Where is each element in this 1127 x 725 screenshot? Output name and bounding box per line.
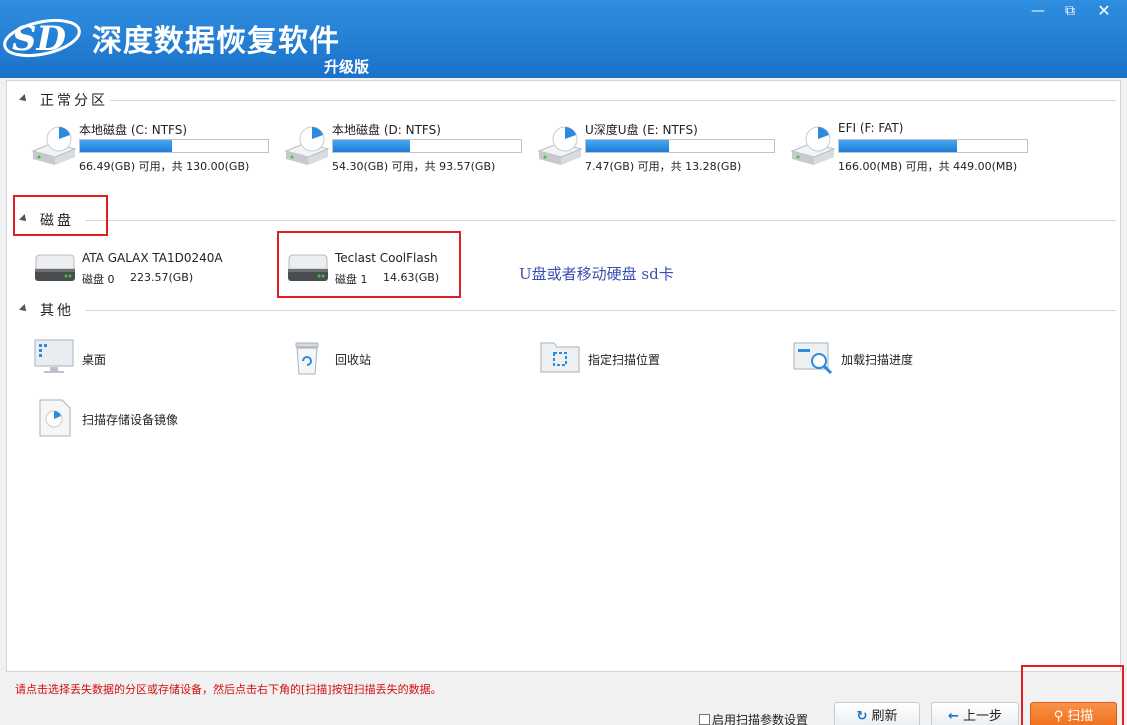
drive-pie-icon	[31, 126, 77, 165]
partition-detail: 66.49(GB) 可用，共 130.00(GB)	[79, 160, 250, 173]
usage-bar-fill	[80, 140, 173, 152]
minimize-button[interactable]: —	[1022, 0, 1054, 22]
section-divider	[110, 100, 1116, 101]
collapse-triangle-icon[interactable]	[19, 94, 29, 104]
refresh-icon: ↻	[856, 709, 868, 724]
partition-name: U深度U盘 (E: NTFS)	[585, 123, 698, 137]
disk-index: 磁盘 1	[335, 273, 368, 286]
other-label: 回收站	[335, 353, 372, 367]
scan-settings-checkbox[interactable]: 启用扫描参数设置	[699, 711, 808, 725]
checkbox-box[interactable]	[699, 714, 710, 725]
hint-text: 请点击选择丢失数据的分区或存储设备，然后点击右下角的[扫描]按钮扫描丢失的数据。	[15, 683, 442, 696]
section-label: 正常分区	[40, 93, 108, 109]
partition-detail: 54.30(GB) 可用，共 93.57(GB)	[332, 160, 496, 173]
section-divider	[85, 310, 1116, 311]
section-label: 其他	[40, 303, 74, 319]
section-disks[interactable]: 磁盘	[7, 210, 1122, 230]
collapse-triangle-icon[interactable]	[19, 304, 29, 314]
partition-name: EFI (F: FAT)	[838, 121, 904, 135]
load-progress-icon	[793, 342, 833, 375]
app-title: 深度数据恢复软件	[92, 24, 340, 59]
hard-disk-icon	[288, 254, 328, 281]
scan-label: 扫描	[1067, 709, 1094, 724]
main-panel: 正常分区 本地磁盘 (C: NTFS) 66.49(GB) 可用，共 130.0…	[6, 80, 1121, 672]
disk-size: 14.63(GB)	[383, 271, 440, 284]
partition-detail: 7.47(GB) 可用，共 13.28(GB)	[585, 160, 742, 173]
svg-text:SD: SD	[12, 19, 67, 59]
partition-name: 本地磁盘 (C: NTFS)	[79, 123, 188, 137]
other-label: 指定扫描位置	[588, 353, 661, 367]
scan-button[interactable]: ⚲ 扫描	[1030, 702, 1117, 725]
usage-bar	[585, 139, 775, 153]
refresh-button[interactable]: ↻ 刷新	[834, 702, 920, 725]
disk-image-icon	[39, 399, 71, 437]
back-button[interactable]: ← 上一步	[931, 702, 1019, 725]
usage-bar	[838, 139, 1028, 153]
disk-index: 磁盘 0	[82, 273, 115, 286]
usage-bar-fill	[333, 140, 411, 152]
section-label: 磁盘	[40, 213, 74, 229]
desktop-icon	[34, 339, 74, 373]
recycle-bin-icon	[295, 342, 319, 375]
drive-pie-icon	[284, 126, 330, 165]
section-normal-partitions[interactable]: 正常分区	[7, 90, 1122, 110]
partition-name: 本地磁盘 (D: NTFS)	[332, 123, 441, 137]
annotation-note: U盘或者移动硬盘 sd卡	[519, 265, 674, 283]
disk-name: Teclast CoolFlash	[335, 251, 438, 265]
disk-name: ATA GALAX TA1D0240A	[82, 251, 223, 265]
usage-bar	[79, 139, 269, 153]
arrow-left-icon: ←	[948, 709, 959, 724]
usage-bar-fill	[586, 140, 669, 152]
search-icon: ⚲	[1053, 709, 1064, 724]
drive-pie-icon	[790, 126, 836, 165]
checkbox-label: 启用扫描参数设置	[712, 713, 809, 725]
folder-scan-icon	[540, 342, 580, 373]
refresh-label: 刷新	[871, 709, 898, 724]
other-label: 扫描存储设备镜像	[82, 413, 179, 427]
drive-pie-icon	[537, 126, 583, 165]
app-subtitle: 升级版	[324, 58, 370, 76]
collapse-triangle-icon[interactable]	[19, 214, 29, 224]
section-divider	[85, 220, 1116, 221]
usage-bar-fill	[839, 140, 958, 152]
restore-button[interactable]: ⧉	[1054, 0, 1086, 22]
partition-detail: 166.00(MB) 可用，共 449.00(MB)	[838, 160, 1018, 173]
usage-bar	[332, 139, 522, 153]
title-bar: SD 深度数据恢复软件 升级版 — ⧉ ✕	[0, 0, 1127, 78]
sd-logo: SD	[3, 18, 81, 59]
hard-disk-icon	[35, 254, 75, 281]
other-label: 桌面	[82, 353, 107, 367]
close-button[interactable]: ✕	[1088, 0, 1120, 22]
other-label: 加载扫描进度	[841, 353, 914, 367]
disk-size: 223.57(GB)	[130, 271, 194, 284]
back-label: 上一步	[962, 709, 1002, 724]
section-other[interactable]: 其他	[7, 300, 1122, 320]
